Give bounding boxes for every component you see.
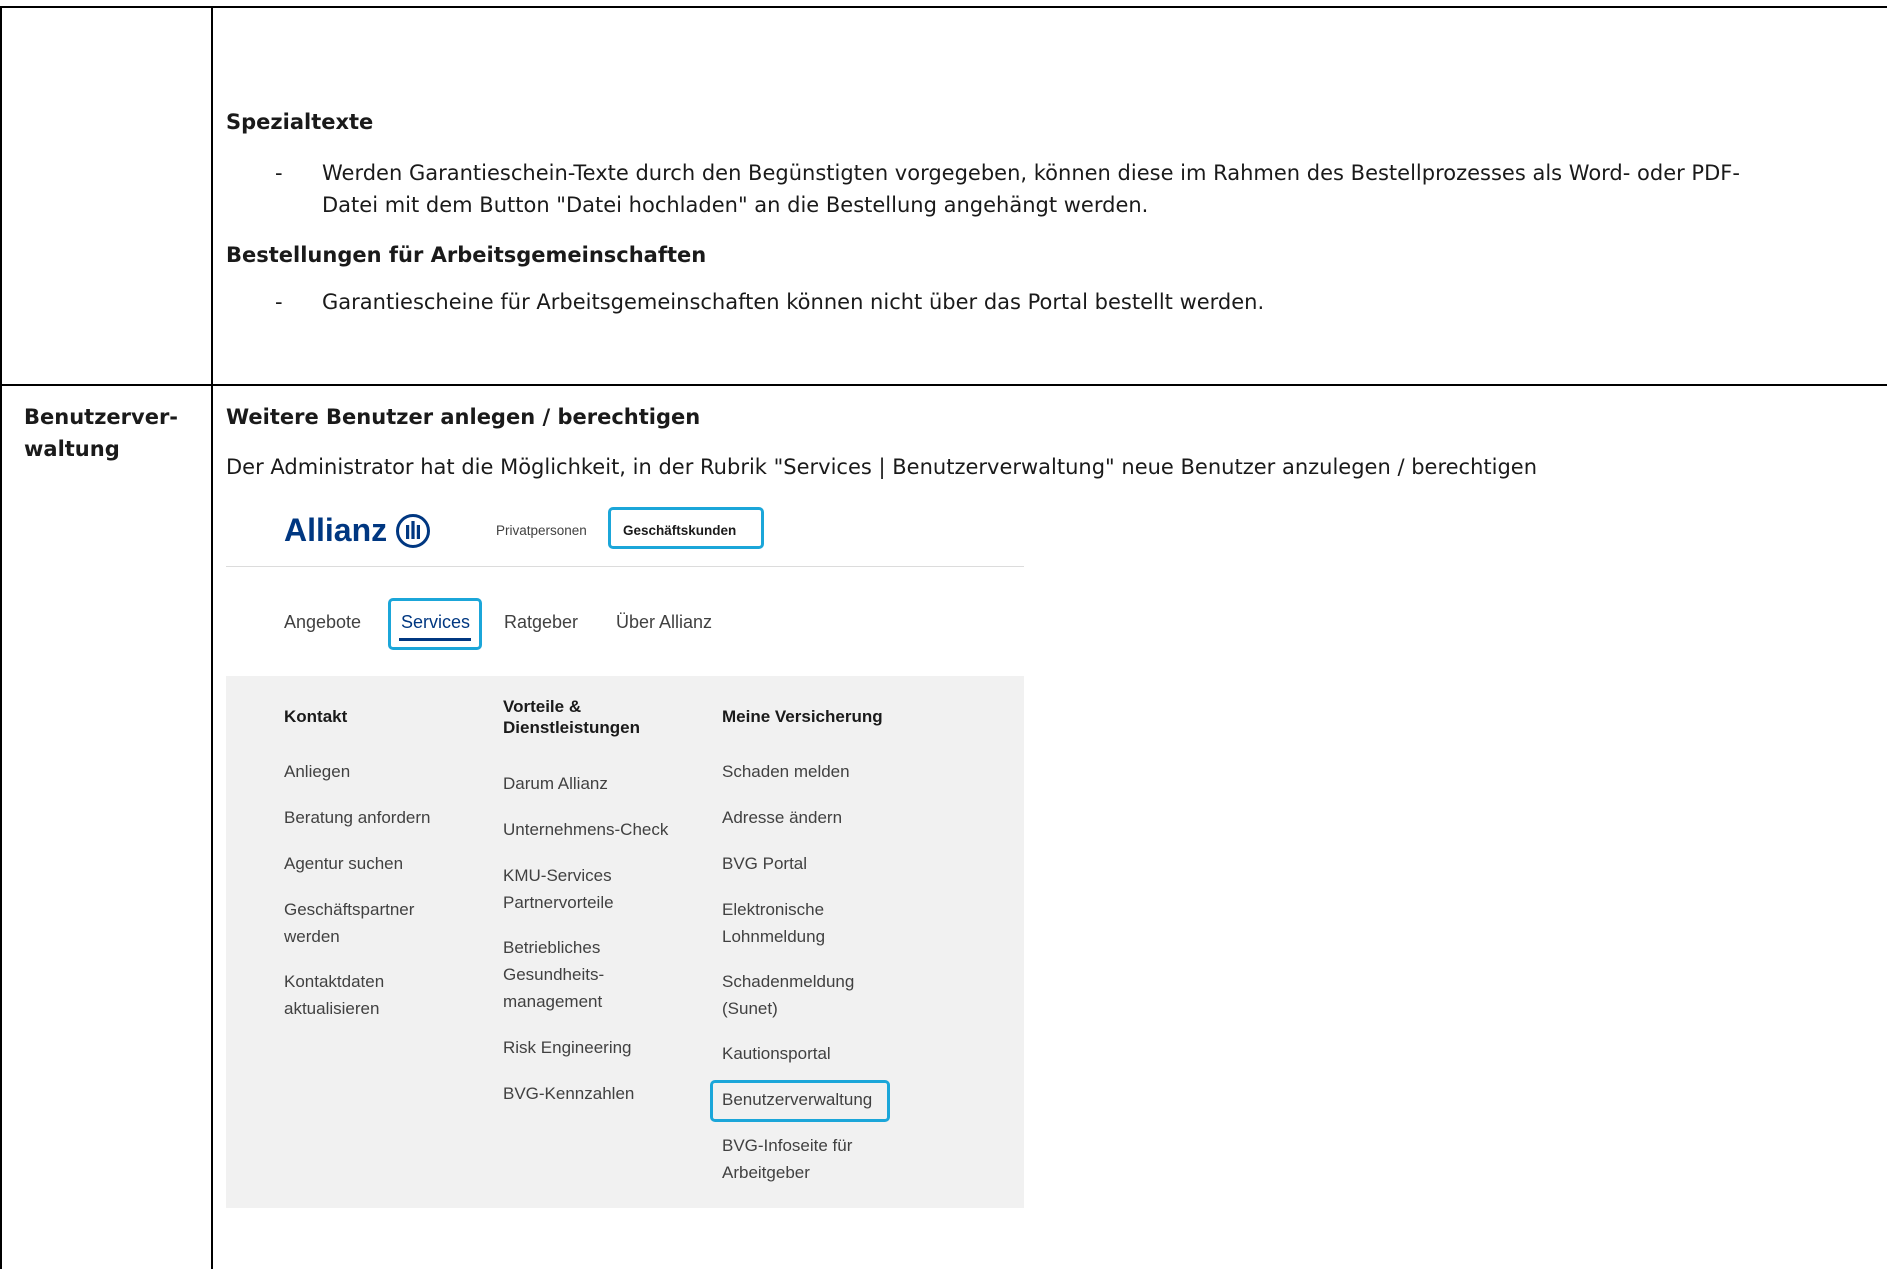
label-benutzerverwaltung-2: waltung: [24, 437, 120, 461]
bullet-dash: -: [275, 290, 283, 314]
menu-item[interactable]: Risk Engineering: [503, 1034, 683, 1061]
menu-item[interactable]: BVG Portal: [722, 850, 922, 877]
heading-spezialtexte: Spezialtexte: [226, 110, 374, 134]
label-benutzerverwaltung-1: Benutzerver-: [24, 405, 179, 429]
menu-item[interactable]: KMU-Services Partnervorteile: [503, 862, 623, 916]
benutzer-text: Der Administrator hat die Möglichkeit, i…: [226, 455, 1538, 479]
allianz-screenshot: Allianz Privatpersonen Geschäftskunden A…: [226, 494, 1024, 1208]
table-border-top: [0, 6, 1887, 8]
table-column-divider: [211, 6, 213, 1269]
highlight-services: [388, 598, 482, 650]
menu-item[interactable]: Darum Allianz: [503, 770, 683, 797]
menu-item[interactable]: Anliegen: [284, 758, 454, 785]
menu-item[interactable]: Kontaktdaten aktualisieren: [284, 968, 414, 1022]
table-row-divider: [0, 384, 1887, 386]
spezial-text-line1: Werden Garantieschein-Texte durch den Be…: [322, 161, 1740, 185]
menu-item[interactable]: Unternehmens-Check: [503, 816, 683, 843]
menu-item[interactable]: Geschäftspartner werden: [284, 896, 434, 950]
nav-angebote[interactable]: Angebote: [284, 612, 361, 633]
column-title-vorteile: Vorteile & Dienstleistungen: [503, 697, 640, 737]
services-dropdown-panel: Kontakt Anliegen Beratung anfordern Agen…: [226, 676, 1024, 1208]
menu-item[interactable]: Agentur suchen: [284, 850, 454, 877]
spezial-text-line2: Datei mit dem Button "Datei hochladen" a…: [322, 193, 1149, 217]
nav-ueber-allianz[interactable]: Über Allianz: [616, 612, 712, 633]
menu-item[interactable]: BVG-Infoseite für Arbeitgeber: [722, 1132, 872, 1186]
menu-item[interactable]: Schaden melden: [722, 758, 922, 785]
highlight-geschaeftskunden: [608, 507, 764, 549]
menu-item[interactable]: Elektronische Lohnmeldung: [722, 896, 852, 950]
arge-text: Garantiescheine für Arbeitsgemeinschafte…: [322, 290, 1265, 314]
menu-item[interactable]: Beratung anfordern: [284, 804, 454, 831]
allianz-logo: Allianz: [284, 512, 431, 549]
menu-item[interactable]: Schadenmeldung (Sunet): [722, 968, 872, 1022]
menu-item[interactable]: BVG-Kennzahlen: [503, 1080, 683, 1107]
header-separator: [226, 566, 1024, 567]
column-title-kontakt: Kontakt: [284, 707, 348, 726]
menu-item[interactable]: Adresse ändern: [722, 804, 922, 831]
column-title-meine-versicherung: Meine Versicherung: [722, 707, 883, 726]
allianz-eagle-icon: [396, 513, 431, 548]
bullet-dash: -: [275, 161, 283, 185]
menu-item[interactable]: Betriebliches Gesundheits-management: [503, 934, 613, 1015]
tab-privatpersonen[interactable]: Privatpersonen: [496, 523, 587, 538]
nav-ratgeber[interactable]: Ratgeber: [504, 612, 578, 633]
menu-item[interactable]: Kautionsportal: [722, 1040, 922, 1067]
heading-benutzer-anlegen: Weitere Benutzer anlegen / berechtigen: [226, 405, 701, 429]
highlight-benutzerverwaltung: [710, 1080, 890, 1122]
table-border-left: [0, 6, 2, 1269]
heading-arbeitsgemeinschaften: Bestellungen für Arbeitsgemeinschaften: [226, 243, 707, 267]
